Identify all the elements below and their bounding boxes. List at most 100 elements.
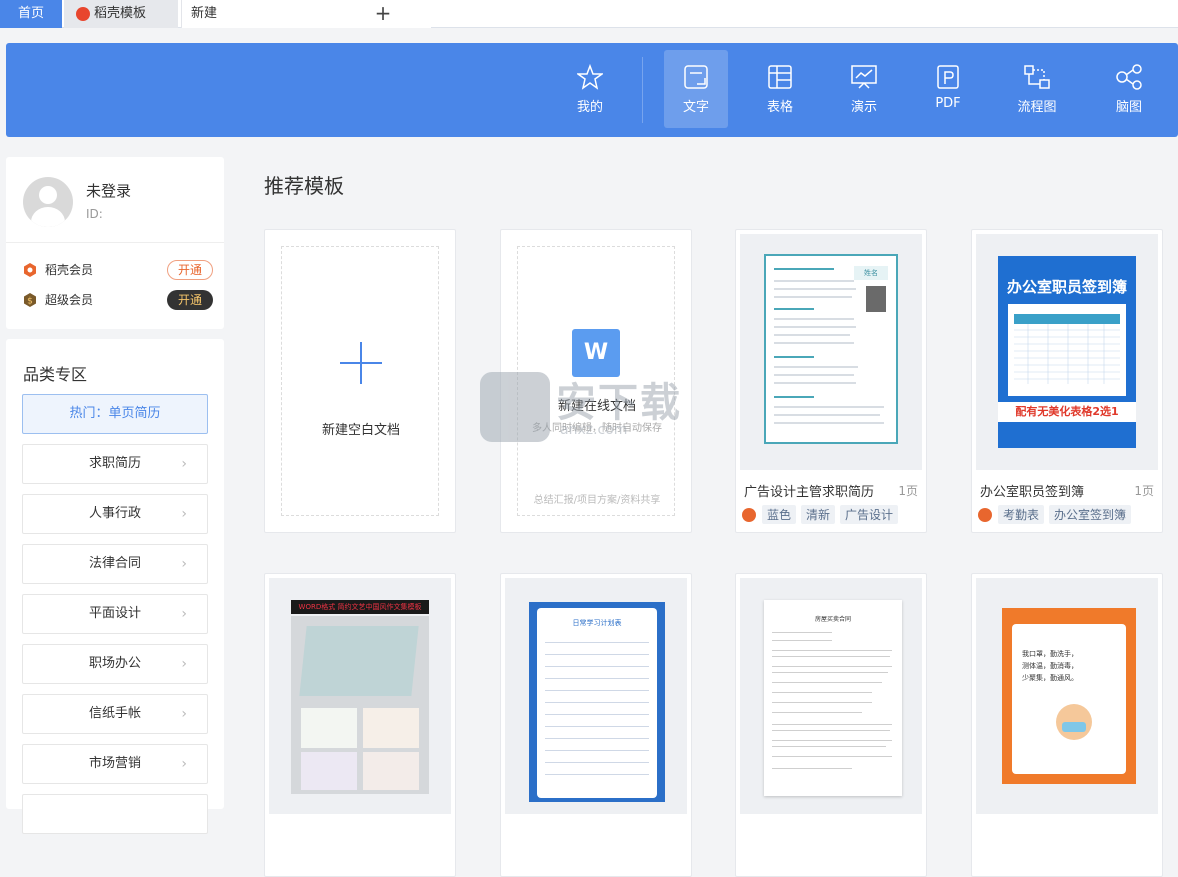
toolbar-sheet-label: 表格: [766, 100, 793, 115]
template-card[interactable]: WORD格式 简约文艺中国风作文集模板: [264, 573, 456, 877]
super-membership-row: $ 超级会员 开通: [23, 289, 213, 311]
docer-membership-row: 稻壳会员 开通: [23, 259, 213, 281]
contract-preview: 房屋买卖合同: [764, 600, 902, 796]
category-item-stationery[interactable]: 信纸手帐 ›: [22, 694, 208, 734]
toolbar-pdf[interactable]: PDF: [916, 50, 980, 128]
tag[interactable]: 蓝色: [762, 505, 797, 524]
divider: [6, 242, 224, 243]
signin-preview: 办公室职员签到簿 配有无美化表格2选1: [998, 256, 1136, 448]
toolbar-pdf-label: PDF: [935, 96, 961, 111]
table-icon: [768, 65, 792, 89]
toolbar-writer[interactable]: 文字: [664, 50, 728, 128]
document-icon: [684, 65, 708, 89]
category-item-legal[interactable]: 法律合同 ›: [22, 544, 208, 584]
template-card[interactable]: 姓名 广告设计主管求职简历 1页 蓝色 清新 广告设计: [735, 229, 927, 533]
new-online-label: 新建在线文档: [557, 399, 636, 414]
template-thumbnail: 日常学习计划表: [505, 578, 687, 814]
tab-docer[interactable]: 稻壳模板: [64, 0, 178, 28]
tag[interactable]: 清新: [801, 505, 836, 524]
template-thumbnail: 房屋买卖合同: [740, 578, 922, 814]
contract-title: 房屋买卖合同: [814, 616, 851, 623]
new-online-card[interactable]: W 新建在线文档 多人同时编辑，随时自动保存 总结汇报/项目方案/资料共享: [500, 229, 692, 533]
template-card[interactable]: 日常学习计划表: [500, 573, 692, 877]
super-member-label: 超级会员: [45, 293, 94, 307]
category-item-label: 平面设计: [88, 606, 141, 621]
template-pages: 1页: [1134, 484, 1154, 498]
mindmap-icon: [1116, 64, 1142, 90]
tab-bar: 首页 稻壳模板 新建 +: [0, 0, 1178, 28]
plus-icon: [340, 342, 382, 384]
new-online-frame: W 新建在线文档 多人同时编辑，随时自动保存 总结汇报/项目方案/资料共享: [517, 246, 675, 516]
avatar[interactable]: [23, 177, 73, 227]
docer-logo-icon: [742, 507, 756, 522]
docer-member-icon: [24, 263, 36, 277]
toolbar-writer-label: 文字: [682, 100, 709, 115]
toolbar-flowchart-label: 流程图: [1017, 100, 1057, 115]
template-thumbnail: WORD格式 简约文艺中国风作文集模板: [269, 578, 451, 814]
svg-text:$: $: [27, 297, 33, 307]
toolbar-slides-label: 演示: [850, 100, 877, 115]
online-doc-icon: W: [572, 329, 620, 377]
toolbar-sheet[interactable]: 表格: [748, 50, 812, 128]
chevron-right-icon: ›: [181, 456, 187, 472]
category-item-hr[interactable]: 人事行政 ›: [22, 494, 208, 534]
book-preview: [291, 616, 429, 794]
category-item-label: 职场办公: [88, 656, 141, 671]
toolbar-mindmap-label: 脑图: [1115, 100, 1142, 115]
new-online-footer: 总结汇报/项目方案/资料共享: [533, 495, 661, 506]
category-item-resume[interactable]: 求职简历 ›: [22, 444, 208, 484]
category-item-marketing[interactable]: 市场营销 ›: [22, 744, 208, 784]
docer-member-label: 稻壳会员: [45, 263, 94, 277]
chevron-right-icon: ›: [181, 506, 187, 522]
new-blank-card[interactable]: 新建空白文档: [264, 229, 456, 533]
chevron-right-icon: ›: [181, 706, 187, 722]
tag[interactable]: 考勤表: [998, 505, 1045, 524]
signin-sheet: [1008, 304, 1126, 396]
template-tags: 考勤表 办公室签到簿: [978, 504, 1136, 524]
resume-photo: [866, 286, 886, 312]
template-card[interactable]: 房屋买卖合同: [735, 573, 927, 877]
docer-logo-icon: [76, 7, 90, 21]
template-thumbnail: 我口罩，勤洗手， 测体温，勤消毒， 少聚集，勤通风。: [976, 578, 1158, 814]
new-blank-frame: 新建空白文档: [281, 246, 439, 516]
tag[interactable]: 广告设计: [840, 505, 899, 524]
tag[interactable]: 办公室签到簿: [1049, 505, 1132, 524]
category-item-more[interactable]: [22, 794, 208, 834]
category-item-graphic[interactable]: 平面设计 ›: [22, 594, 208, 634]
star-icon: [577, 64, 603, 90]
super-member-open-button[interactable]: 开通: [167, 290, 213, 310]
category-hot[interactable]: 热门：单页简历: [22, 394, 208, 434]
template-card[interactable]: 办公室职员签到簿 配有无美化表格2选1 办公室职员签到簿 1页 考勤表 办公室签到…: [971, 229, 1163, 533]
chevron-right-icon: ›: [181, 556, 187, 572]
toolbar-slides[interactable]: 演示: [832, 50, 896, 128]
user-id: ID:: [86, 207, 103, 221]
user-name[interactable]: 未登录: [86, 180, 131, 201]
template-pages: 1页: [898, 484, 918, 498]
category-item-label: 求职简历: [88, 456, 141, 471]
tab-docer-label: 稻壳模板: [94, 6, 147, 21]
new-blank-label: 新建空白文档: [321, 423, 400, 438]
toolbar-flowchart[interactable]: 流程图: [1005, 50, 1069, 128]
poster-preview: 我口罩，勤洗手， 测体温，勤消毒， 少聚集，勤通风。: [1002, 608, 1136, 784]
study-plan-title: 日常学习计划表: [572, 619, 622, 627]
category-panel: 品类专区 热门：单页简历 求职简历 › 人事行政 › 法律合同 › 平面设计 › 职场办…: [6, 339, 224, 834]
category-item-label: 市场营销: [88, 756, 141, 771]
user-card: 未登录 ID: 稻壳会员 开通 $ 超级会员 开通: [6, 157, 224, 329]
category-item-office[interactable]: 职场办公 ›: [22, 644, 208, 684]
tab-home[interactable]: 首页: [0, 0, 62, 28]
resume-preview: 姓名: [764, 254, 898, 444]
sheet-grid: [1014, 314, 1120, 384]
new-online-subtitle: 多人同时编辑，随时自动保存: [532, 423, 662, 434]
docer-member-open-button[interactable]: 开通: [167, 260, 213, 280]
resume-name: 姓名: [854, 266, 888, 280]
add-tab-button[interactable]: +: [373, 0, 393, 28]
template-tags: 蓝色 清新 广告设计: [742, 504, 903, 524]
toolbar-mindmap[interactable]: 脑图: [1097, 50, 1161, 128]
presentation-icon: [851, 65, 877, 89]
toolbar-mine[interactable]: 我的: [558, 50, 622, 128]
signin-title: 办公室职员签到簿: [1006, 278, 1127, 296]
pdf-icon: [937, 65, 959, 89]
template-thumbnail: 办公室职员签到簿 配有无美化表格2选1: [976, 234, 1158, 470]
tab-new[interactable]: 新建: [181, 0, 431, 28]
template-card[interactable]: 我口罩，勤洗手， 测体温，勤消毒， 少聚集，勤通风。: [971, 573, 1163, 877]
